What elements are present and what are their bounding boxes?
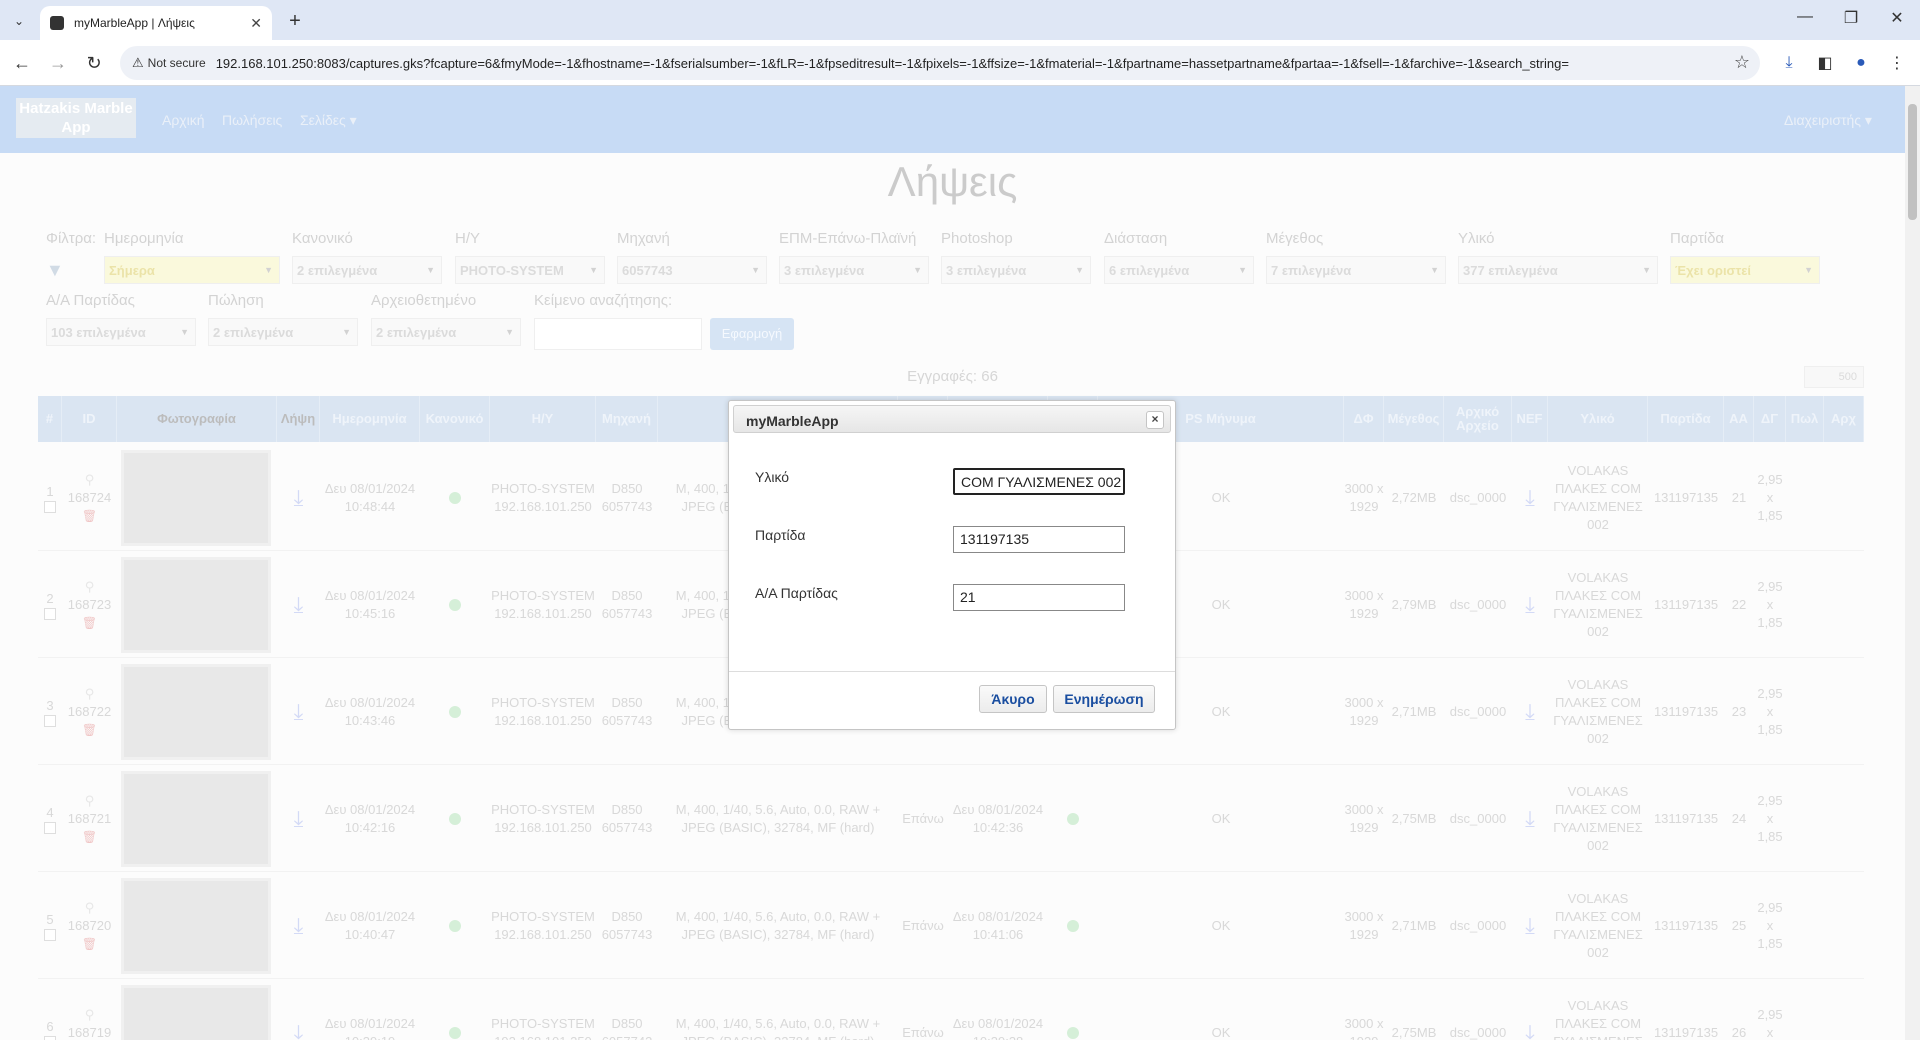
lot-input[interactable]: 131197135	[953, 526, 1125, 553]
address-bar[interactable]: ⚠ Not secure 192.168.101.250:8083/captur…	[120, 46, 1760, 80]
close-window-icon[interactable]: ✕	[1882, 8, 1912, 28]
side-panel-icon[interactable]: ◧	[1814, 52, 1836, 74]
tab-title: myMarbleApp | Λήψεις	[74, 16, 195, 30]
browser-tabstrip: ⌄ myMarbleApp | Λήψεις ✕ + — ❐ ✕	[0, 0, 1920, 40]
edit-dialog: myMarbleApp × Υλικό COM ΓΥΑΛΙΣΜΕΝΕΣ 002 …	[728, 400, 1176, 730]
favicon-icon	[50, 16, 64, 30]
reload-icon[interactable]: ↻	[82, 51, 106, 75]
dialog-close-icon[interactable]: ×	[1146, 411, 1164, 429]
forward-icon[interactable]: →	[46, 51, 70, 75]
profile-avatar-icon[interactable]: ●	[1850, 52, 1872, 74]
minimize-icon[interactable]: —	[1790, 8, 1820, 26]
page-scrollbar[interactable]	[1905, 86, 1920, 1040]
warning-icon: ⚠	[132, 55, 144, 70]
lot-label: Παρτίδα	[755, 527, 806, 543]
restore-icon[interactable]: ❐	[1836, 8, 1866, 28]
app-page: Hatzakis Marble App Αρχική Πωλήσεις Σελί…	[0, 86, 1905, 1040]
bookmark-star-icon[interactable]: ☆	[1734, 52, 1750, 73]
not-secure-label[interactable]: Not secure	[148, 56, 206, 70]
browser-tab[interactable]: myMarbleApp | Λήψεις ✕	[40, 6, 272, 40]
download-icon[interactable]: ⤓	[1778, 52, 1800, 74]
new-tab-icon[interactable]: +	[282, 8, 308, 34]
back-icon[interactable]: ←	[10, 51, 34, 75]
dialog-divider	[729, 671, 1175, 672]
browser-toolbar: ← → ↻ ⚠ Not secure 192.168.101.250:8083/…	[0, 40, 1920, 86]
scrollbar-thumb[interactable]	[1908, 104, 1917, 220]
update-button[interactable]: Ενημέρωση	[1053, 685, 1155, 713]
menu-kebab-icon[interactable]: ⋮	[1886, 52, 1908, 74]
cancel-button[interactable]: Άκυρο	[979, 685, 1047, 713]
lot-aa-label: Α/Α Παρτίδας	[755, 585, 838, 601]
tab-search-chevron-icon[interactable]: ⌄	[8, 10, 30, 32]
url-text[interactable]: 192.168.101.250:8083/captures.gks?fcaptu…	[216, 56, 1760, 71]
material-label: Υλικό	[755, 469, 790, 485]
material-input[interactable]: COM ΓΥΑΛΙΣΜΕΝΕΣ 002	[953, 468, 1125, 495]
dialog-titlebar[interactable]: myMarbleApp ×	[733, 405, 1171, 433]
tab-close-icon[interactable]: ✕	[250, 15, 262, 32]
dialog-title: myMarbleApp	[746, 413, 839, 429]
lot-aa-input[interactable]: 21	[953, 584, 1125, 611]
